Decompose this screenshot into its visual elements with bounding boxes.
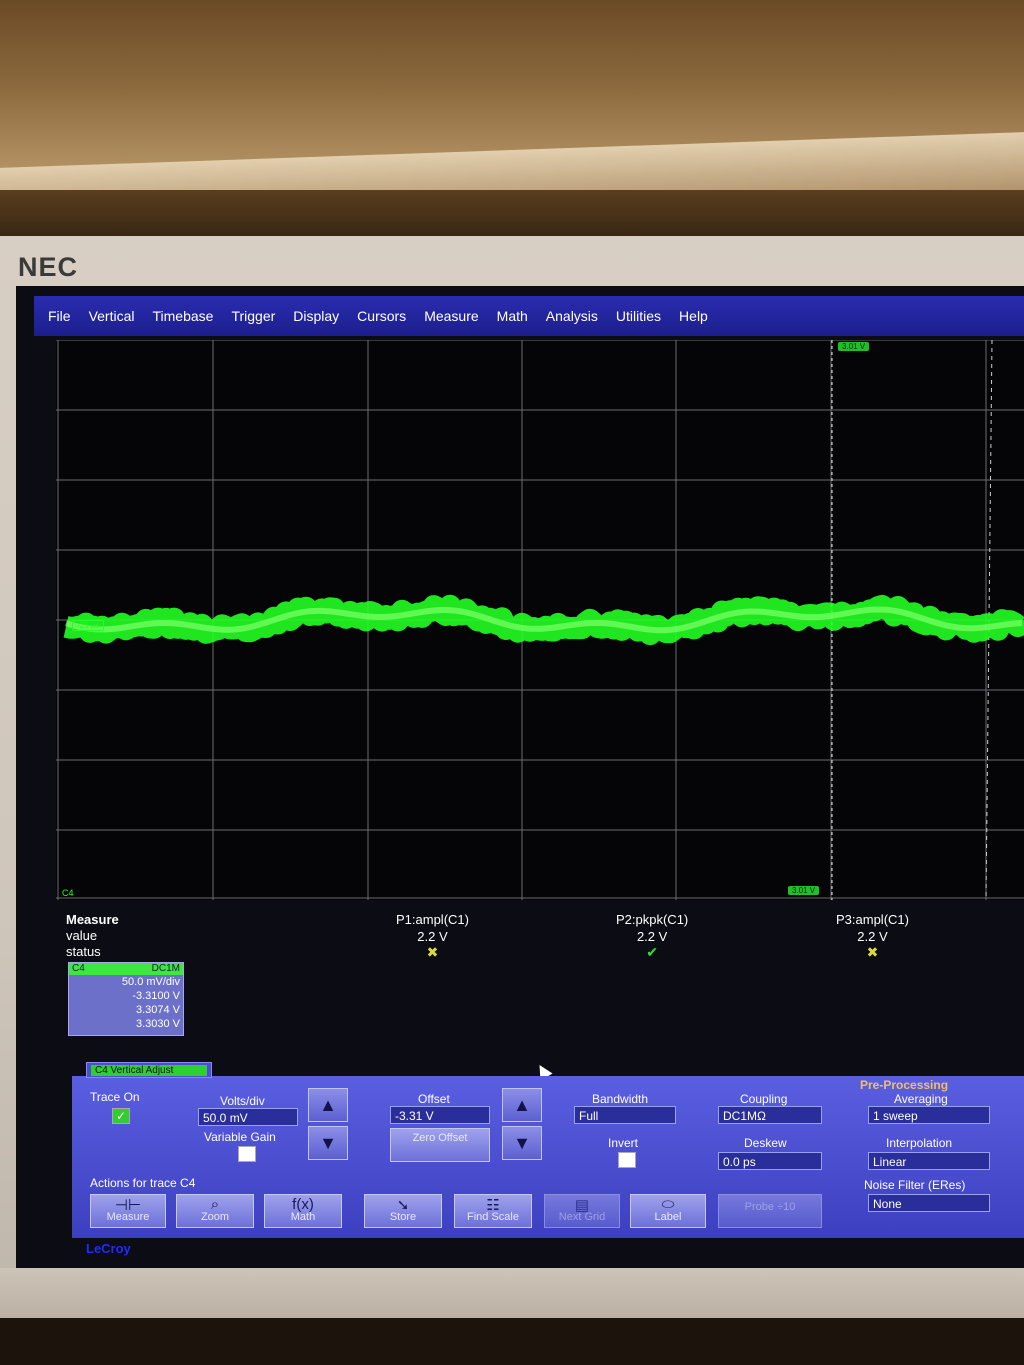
store-icon: ➘ xyxy=(365,1196,441,1214)
next-grid-button[interactable]: ▤ Next Grid xyxy=(544,1194,620,1228)
param-p3[interactable]: P3:ampl(C1) 2.2 V ✖ xyxy=(836,912,909,961)
trace-on-label: Trace On xyxy=(90,1090,140,1104)
measure-button[interactable]: ⊣⊢ Measure xyxy=(90,1194,166,1228)
volts-down-button[interactable]: ▼ xyxy=(308,1126,348,1160)
zero-offset-button[interactable]: Zero Offset xyxy=(390,1128,490,1162)
panel-tab[interactable]: C4 Vertical Adjust xyxy=(86,1062,212,1078)
vertical-adjust-panel: C4 Vertical Adjust Trace On ✓ Volts/div … xyxy=(72,1076,1024,1238)
lecroy-logo: LeCroy xyxy=(86,1241,131,1256)
variable-gain-checkbox[interactable] xyxy=(238,1146,256,1162)
param-p1-name: P1:ampl(C1) xyxy=(396,912,469,927)
find-scale-icon: ☷ xyxy=(455,1196,531,1214)
channel-marker: C4 xyxy=(62,888,74,898)
offset-down-button[interactable]: ▼ xyxy=(502,1126,542,1160)
bandwidth-label: Bandwidth xyxy=(592,1092,648,1106)
time-marker: -25 μs xyxy=(72,620,104,631)
menu-math[interactable]: Math xyxy=(497,308,528,324)
invert-label: Invert xyxy=(608,1136,638,1150)
menu-trigger[interactable]: Trigger xyxy=(231,308,275,324)
oscilloscope-screen: File Vertical Timebase Trigger Display C… xyxy=(16,286,1024,1268)
graticule-svg xyxy=(56,340,1024,900)
menu-display[interactable]: Display xyxy=(293,308,339,324)
desk-keyboard-area xyxy=(0,1318,1024,1365)
offset-field[interactable]: -3.31 V xyxy=(390,1106,490,1124)
trigger-level-top: 3.01 V xyxy=(838,342,869,351)
interpolation-field[interactable]: Linear xyxy=(868,1152,990,1170)
volts-div-field[interactable]: 50.0 mV xyxy=(198,1108,298,1126)
zoom-icon: ⌕ xyxy=(177,1196,253,1213)
param-p2[interactable]: P2:pkpk(C1) 2.2 V ✔ xyxy=(616,912,688,961)
param-p2-value: 2.2 V xyxy=(616,929,688,944)
param-p2-name: P2:pkpk(C1) xyxy=(616,912,688,927)
store-button[interactable]: ➘ Store xyxy=(364,1194,442,1228)
value-label: value xyxy=(66,928,97,943)
channel-name: C4 xyxy=(72,963,85,975)
noise-filter-field[interactable]: None xyxy=(868,1194,990,1212)
menu-measure[interactable]: Measure xyxy=(424,308,478,324)
variable-gain-label: Variable Gain xyxy=(204,1130,276,1144)
coupling-field[interactable]: DC1MΩ xyxy=(718,1106,822,1124)
invert-checkbox[interactable] xyxy=(618,1152,636,1168)
menu-utilities[interactable]: Utilities xyxy=(616,308,661,324)
status-fail-icon: ✖ xyxy=(427,944,439,960)
find-scale-button[interactable]: ☷ Find Scale xyxy=(454,1194,532,1228)
status-fail-icon: ✖ xyxy=(867,944,879,960)
volts-up-button[interactable]: ▲ xyxy=(308,1088,348,1122)
trigger-level-bottom: 3.01 V xyxy=(788,886,819,895)
math-fx-icon: f(x) xyxy=(265,1196,341,1213)
volts-div-label: Volts/div xyxy=(220,1094,265,1108)
channel-coupling: DC1M xyxy=(152,963,180,975)
averaging-label: Averaging xyxy=(894,1092,948,1106)
channel-descriptor-box[interactable]: C4 DC1M 50.0 mV/div -3.3100 V 3.3074 V 3… xyxy=(68,962,184,1036)
menu-vertical[interactable]: Vertical xyxy=(89,308,135,324)
measure-area: Measure value status P1:ampl(C1) 2.2 V ✖… xyxy=(56,906,1024,1056)
deskew-field[interactable]: 0.0 ps xyxy=(718,1152,822,1170)
deskew-label: Deskew xyxy=(744,1136,787,1150)
label-button[interactable]: ⬭ Label xyxy=(630,1194,706,1228)
math-button[interactable]: f(x) Math xyxy=(264,1194,342,1228)
coupling-label: Coupling xyxy=(740,1092,787,1106)
menu-file[interactable]: File xyxy=(48,308,71,324)
param-p3-value: 2.2 V xyxy=(836,929,909,944)
param-p3-name: P3:ampl(C1) xyxy=(836,912,909,927)
channel-header: C4 DC1M xyxy=(69,963,183,975)
probe-button[interactable]: Probe ÷10 xyxy=(718,1194,822,1228)
channel-row: -3.3100 V xyxy=(69,990,183,1002)
measure-label: Measure xyxy=(66,912,119,927)
param-p1[interactable]: P1:ampl(C1) 2.2 V ✖ xyxy=(396,912,469,961)
next-grid-icon: ▤ xyxy=(545,1196,619,1214)
menu-cursors[interactable]: Cursors xyxy=(357,308,406,324)
menu-analysis[interactable]: Analysis xyxy=(546,308,598,324)
menu-bar: File Vertical Timebase Trigger Display C… xyxy=(34,296,1024,336)
status-ok-icon: ✔ xyxy=(646,944,658,960)
status-label: status xyxy=(66,944,101,959)
param-p1-value: 2.2 V xyxy=(396,929,469,944)
actions-label: Actions for trace C4 xyxy=(90,1176,195,1190)
label-tag-icon: ⬭ xyxy=(631,1196,705,1213)
measure-icon: ⊣⊢ xyxy=(91,1196,165,1214)
panel-tab-label: C4 Vertical Adjust xyxy=(91,1065,207,1076)
offset-up-button[interactable]: ▲ xyxy=(502,1088,542,1122)
zoom-button[interactable]: ⌕ Zoom xyxy=(176,1194,254,1228)
bandwidth-field[interactable]: Full xyxy=(574,1106,676,1124)
menu-timebase[interactable]: Timebase xyxy=(152,308,213,324)
channel-row: 3.3074 V xyxy=(69,1002,183,1018)
waveform-grid[interactable]: 3.01 V 3.01 V -25 μs C4 xyxy=(56,340,1024,900)
offset-label: Offset xyxy=(418,1092,450,1106)
interpolation-label: Interpolation xyxy=(886,1136,952,1150)
monitor-brand-logo: NEC xyxy=(18,252,78,283)
averaging-field[interactable]: 1 sweep xyxy=(868,1106,990,1124)
preprocessing-title: Pre-Processing xyxy=(860,1078,948,1092)
channel-row: 3.3030 V xyxy=(69,1018,183,1030)
trace-on-checkbox[interactable]: ✓ xyxy=(112,1108,130,1124)
channel-row: 50.0 mV/div xyxy=(69,975,183,990)
menu-help[interactable]: Help xyxy=(679,308,708,324)
noise-filter-label: Noise Filter (ERes) xyxy=(864,1178,965,1192)
